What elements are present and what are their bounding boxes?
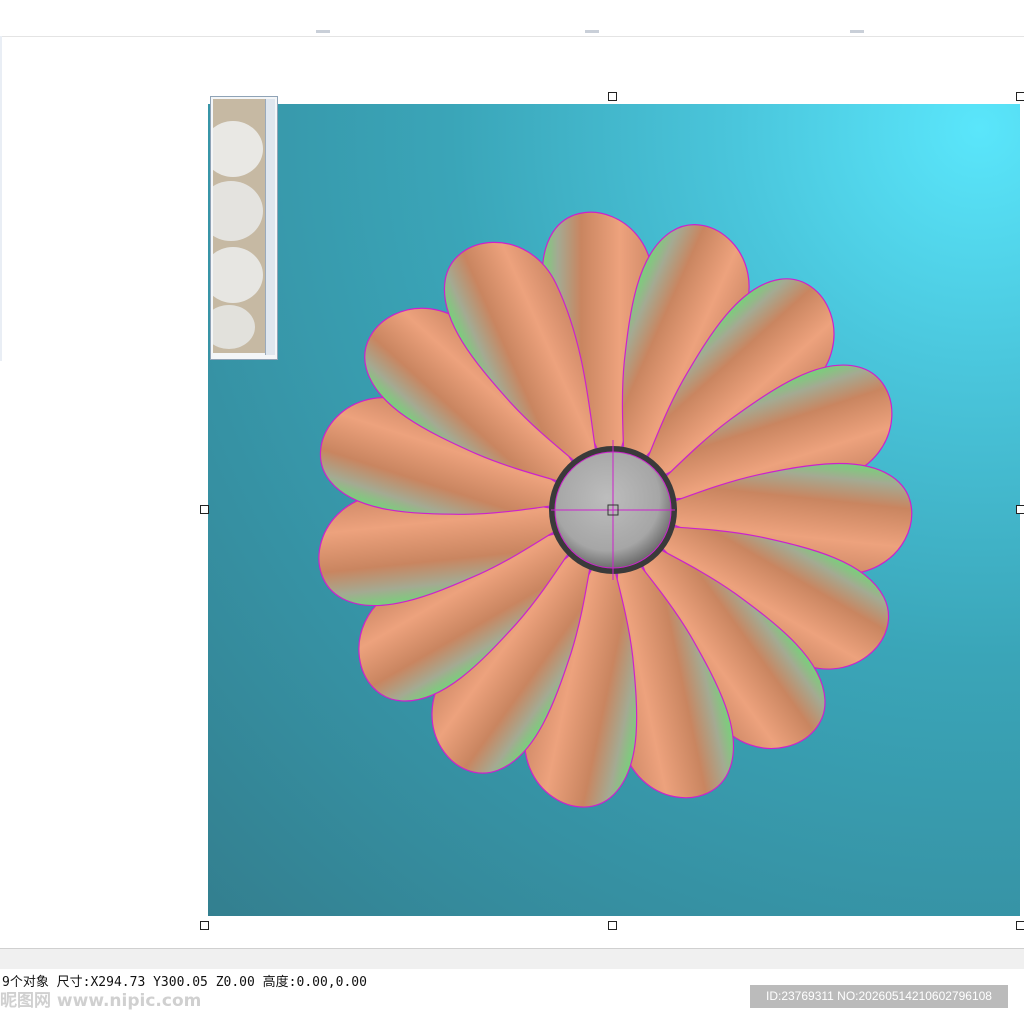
status-bar-divider [0, 948, 1024, 969]
selection-handle-top-right[interactable] [1016, 92, 1024, 101]
selection-handle-bottom[interactable] [608, 921, 617, 930]
texture-preview-panel[interactable] [210, 96, 278, 360]
watermark-id: ID:23769311 NO:20260514210602796108 [750, 985, 1008, 1008]
stone-texture-thumbnail [213, 99, 265, 353]
selection-handle-bottom-left[interactable] [200, 921, 209, 930]
watermark-site: 昵图网 www.nipic.com [0, 991, 202, 1011]
selection-handle-right[interactable] [1016, 505, 1024, 514]
toolbar [0, 0, 1024, 37]
toolbar-icon[interactable] [585, 30, 599, 33]
toolbar-icon[interactable] [850, 30, 864, 33]
selection-handle-left[interactable] [200, 505, 209, 514]
preview-scrollbar[interactable] [265, 99, 275, 355]
left-pane [0, 36, 2, 361]
toolbar-icon[interactable] [316, 30, 330, 33]
selection-handle-top[interactable] [608, 92, 617, 101]
selection-handle-bottom-right[interactable] [1016, 921, 1024, 930]
flower-relief[interactable] [208, 104, 1020, 916]
